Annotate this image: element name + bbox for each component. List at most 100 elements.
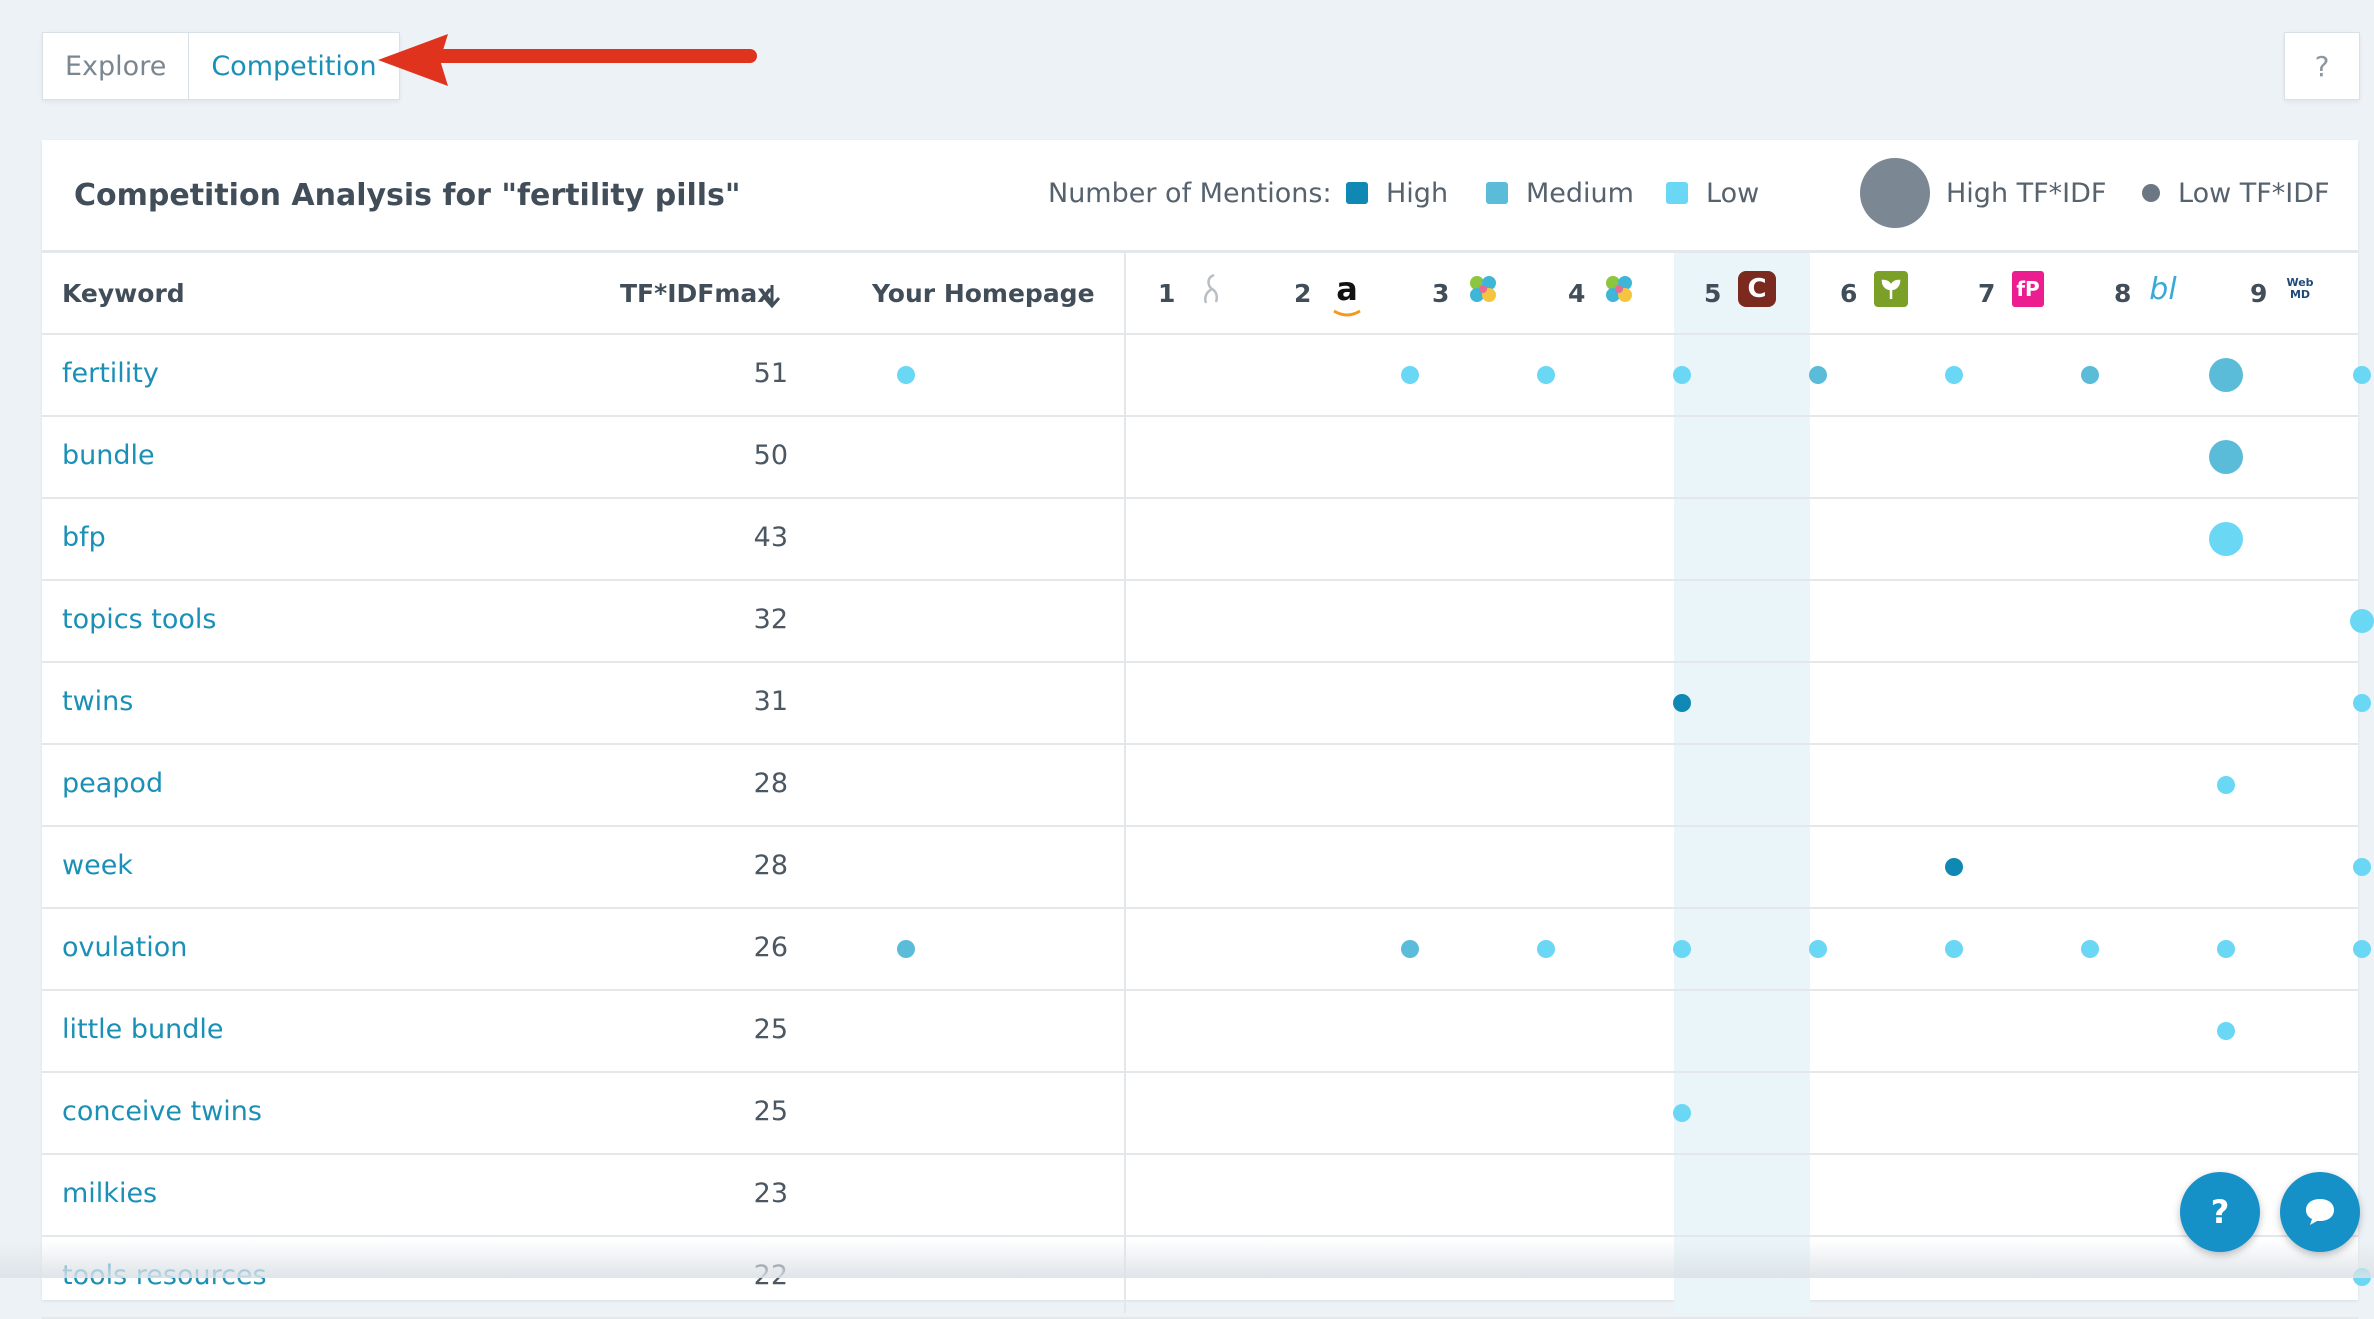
card-header: Competition Analysis for "fertility pill…: [42, 140, 2358, 253]
mention-dot[interactable]: [1945, 366, 1963, 384]
competitor-rank-3: 3: [1432, 279, 1450, 308]
mention-dot[interactable]: [2217, 940, 2235, 958]
legend-high-tfidf-label: High TF*IDF: [1946, 178, 2107, 209]
mention-dot[interactable]: [1537, 366, 1555, 384]
mention-dot[interactable]: [1809, 366, 1827, 384]
competitor-rank-4: 4: [1568, 279, 1586, 308]
keyword-link[interactable]: bfp: [62, 522, 106, 553]
leaf-logo-icon[interactable]: [1602, 271, 1636, 307]
table-row: peapod 28: [42, 745, 2358, 827]
mention-dot[interactable]: [2081, 366, 2099, 384]
keyword-link[interactable]: twins: [62, 686, 133, 717]
mention-dot[interactable]: [2081, 940, 2099, 958]
keyword-link[interactable]: week: [62, 850, 133, 881]
mention-dot[interactable]: [2217, 1022, 2235, 1040]
chat-fab-button[interactable]: [2280, 1172, 2360, 1252]
mention-dot[interactable]: [1673, 1104, 1691, 1122]
tfidf-value: 25: [753, 1014, 788, 1045]
legend-medium-label: Medium: [1526, 178, 1634, 209]
tfidf-value: 28: [753, 850, 788, 881]
mention-dot[interactable]: [2209, 358, 2243, 392]
mention-dot[interactable]: [2350, 609, 2374, 633]
legend-high-swatch: [1346, 182, 1368, 204]
table-row: bundle 50: [42, 417, 2358, 499]
legend-high-label: High: [1386, 178, 1449, 209]
tfidf-value: 43: [753, 522, 788, 553]
tfidf-value: 28: [753, 768, 788, 799]
mention-dot[interactable]: [2209, 522, 2243, 556]
amazon-logo-icon[interactable]: a: [1330, 270, 1364, 308]
competition-card: Competition Analysis for "fertility pill…: [42, 140, 2374, 1319]
table-row: little bundle 25: [42, 991, 2358, 1073]
fp-logo-icon[interactable]: fP: [2012, 271, 2044, 307]
sprout-logo-icon[interactable]: [1874, 271, 1908, 307]
competitor-rank-1: 1: [1158, 279, 1176, 308]
table-row: conceive twins 25: [42, 1073, 2358, 1155]
legend-low-tfidf-circle: [2142, 184, 2160, 202]
amazon-smile-icon: [1333, 309, 1361, 317]
table-row: week 28: [42, 827, 2371, 909]
homepage-mention-dot[interactable]: [897, 366, 915, 384]
tfidf-value: 32: [753, 604, 788, 635]
c-logo-icon[interactable]: C: [1738, 271, 1776, 307]
annotation-arrow: [378, 34, 757, 86]
mention-dot[interactable]: [2353, 858, 2371, 876]
mention-dot[interactable]: [1945, 858, 1963, 876]
tab-competition[interactable]: Competition: [189, 33, 398, 99]
column-header-homepage[interactable]: Your Homepage: [872, 279, 1095, 308]
mention-dot[interactable]: [2217, 776, 2235, 794]
column-header-keyword[interactable]: Keyword: [62, 279, 185, 308]
homepage-mention-dot[interactable]: [897, 940, 915, 958]
keyword-link[interactable]: peapod: [62, 768, 163, 799]
help-button[interactable]: ?: [2284, 32, 2360, 100]
legend-low-swatch: [1666, 182, 1688, 204]
competitor-rank-2: 2: [1294, 279, 1312, 308]
page-title: Competition Analysis for "fertility pill…: [74, 178, 741, 213]
mention-dot[interactable]: [1673, 366, 1691, 384]
keyword-link[interactable]: ovulation: [62, 932, 187, 963]
mention-dot[interactable]: [1401, 366, 1419, 384]
column-header-tfidf[interactable]: TF*IDFmax: [620, 279, 773, 308]
webmd-logo-icon[interactable]: WebMD: [2282, 271, 2318, 307]
mention-dot[interactable]: [2353, 694, 2371, 712]
mention-dot[interactable]: [1809, 940, 1827, 958]
mention-dot[interactable]: [2353, 366, 2371, 384]
mention-dot[interactable]: [1673, 694, 1691, 712]
bl-logo-icon[interactable]: bl: [2146, 271, 2180, 307]
keyword-link[interactable]: milkies: [62, 1178, 157, 1209]
help-fab-button[interactable]: ?: [2180, 1172, 2260, 1252]
tfidf-value: 26: [753, 932, 788, 963]
competitor-rank-6: 6: [1840, 279, 1858, 308]
keyword-link[interactable]: topics tools: [62, 604, 216, 635]
mention-dot[interactable]: [1945, 940, 1963, 958]
table-header: Keyword TF*IDFmax Your Homepage 1 2 a 3 …: [42, 253, 2358, 335]
sort-descending-icon[interactable]: [762, 283, 782, 309]
legend-low-tfidf-label: Low TF*IDF: [2178, 178, 2330, 209]
legend-high-tfidf-circle: [1860, 158, 1930, 228]
mention-dot[interactable]: [2353, 940, 2371, 958]
table-row: ovulation 26: [42, 909, 2371, 991]
tfidf-value: 50: [753, 440, 788, 471]
table-row: milkies 23: [42, 1155, 2358, 1237]
keyword-link[interactable]: bundle: [62, 440, 155, 471]
keyword-link[interactable]: conceive twins: [62, 1096, 262, 1127]
mention-dot[interactable]: [2209, 440, 2243, 474]
mention-dot[interactable]: [1401, 940, 1419, 958]
competitor-rank-8: 8: [2114, 279, 2132, 308]
keyword-link[interactable]: little bundle: [62, 1014, 224, 1045]
table-row: bfp 43: [42, 499, 2358, 581]
table-row: twins 31: [42, 663, 2371, 745]
keyword-link[interactable]: fertility: [62, 358, 159, 389]
legend-mentions-label: Number of Mentions:: [1048, 178, 1332, 209]
competitor-rank-9: 9: [2250, 279, 2268, 308]
tfidf-value: 23: [753, 1178, 788, 1209]
competitor-rank-5: 5: [1704, 279, 1722, 308]
competitor-rank-7: 7: [1978, 279, 1996, 308]
stork-logo-icon[interactable]: [1194, 271, 1228, 307]
legend-medium-swatch: [1486, 182, 1508, 204]
mention-dot[interactable]: [1537, 940, 1555, 958]
leaf-logo-icon[interactable]: [1466, 271, 1500, 307]
tab-explore[interactable]: Explore: [43, 33, 190, 99]
mention-dot[interactable]: [1673, 940, 1691, 958]
tfidf-value: 25: [753, 1096, 788, 1127]
